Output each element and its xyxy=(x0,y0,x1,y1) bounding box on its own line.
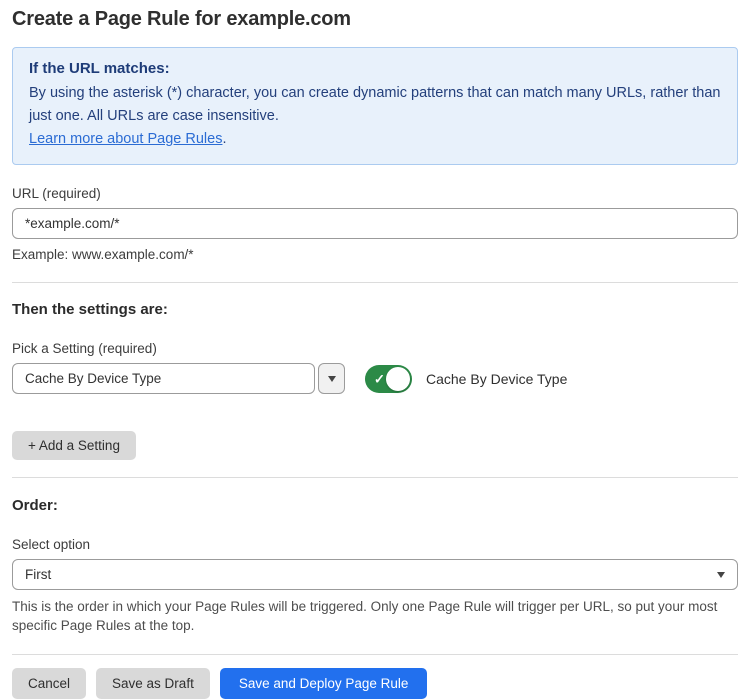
toggle-knob xyxy=(386,367,410,391)
info-link-line: Learn more about Page Rules. xyxy=(29,128,721,151)
order-select-label: Select option xyxy=(12,537,738,552)
url-field-label: URL (required) xyxy=(12,186,738,201)
save-and-deploy-button[interactable]: Save and Deploy Page Rule xyxy=(220,668,428,699)
order-select-dropdown[interactable]: First xyxy=(12,559,738,590)
save-as-draft-button[interactable]: Save as Draft xyxy=(96,668,210,699)
page-rule-form: Create a Page Rule for example.com If th… xyxy=(0,0,750,699)
learn-more-link[interactable]: Learn more about Page Rules xyxy=(29,131,222,147)
cache-device-toggle[interactable]: ✓ xyxy=(365,365,412,393)
setting-picker-caret-button[interactable] xyxy=(318,363,345,394)
chevron-down-icon xyxy=(328,376,336,382)
check-icon: ✓ xyxy=(374,372,385,385)
order-section-heading: Order: xyxy=(12,497,738,514)
divider xyxy=(12,477,738,478)
url-input[interactable] xyxy=(12,208,738,239)
chevron-down-icon xyxy=(717,572,725,578)
settings-section-heading: Then the settings are: xyxy=(12,301,738,318)
url-match-info-box: If the URL matches: By using the asteris… xyxy=(12,47,738,165)
page-title: Create a Page Rule for example.com xyxy=(12,0,738,31)
setting-picker-dropdown[interactable]: Cache By Device Type xyxy=(12,363,315,394)
cancel-button[interactable]: Cancel xyxy=(12,668,86,699)
toggle-label: Cache By Device Type xyxy=(426,371,567,387)
divider xyxy=(12,282,738,283)
url-example-text: Example: www.example.com/* xyxy=(12,247,738,262)
pick-setting-label: Pick a Setting (required) xyxy=(12,341,738,356)
info-box-body: By using the asterisk (*) character, you… xyxy=(29,82,721,128)
footer-actions: Cancel Save as Draft Save and Deploy Pag… xyxy=(12,668,738,699)
divider xyxy=(12,654,738,655)
info-box-heading: If the URL matches: xyxy=(29,60,721,77)
link-suffix: . xyxy=(222,131,226,147)
order-select-value: First xyxy=(25,567,51,582)
order-help-text: This is the order in which your Page Rul… xyxy=(12,597,738,635)
add-setting-button[interactable]: + Add a Setting xyxy=(12,431,136,460)
setting-row: Cache By Device Type ✓ Cache By Device T… xyxy=(12,363,738,394)
